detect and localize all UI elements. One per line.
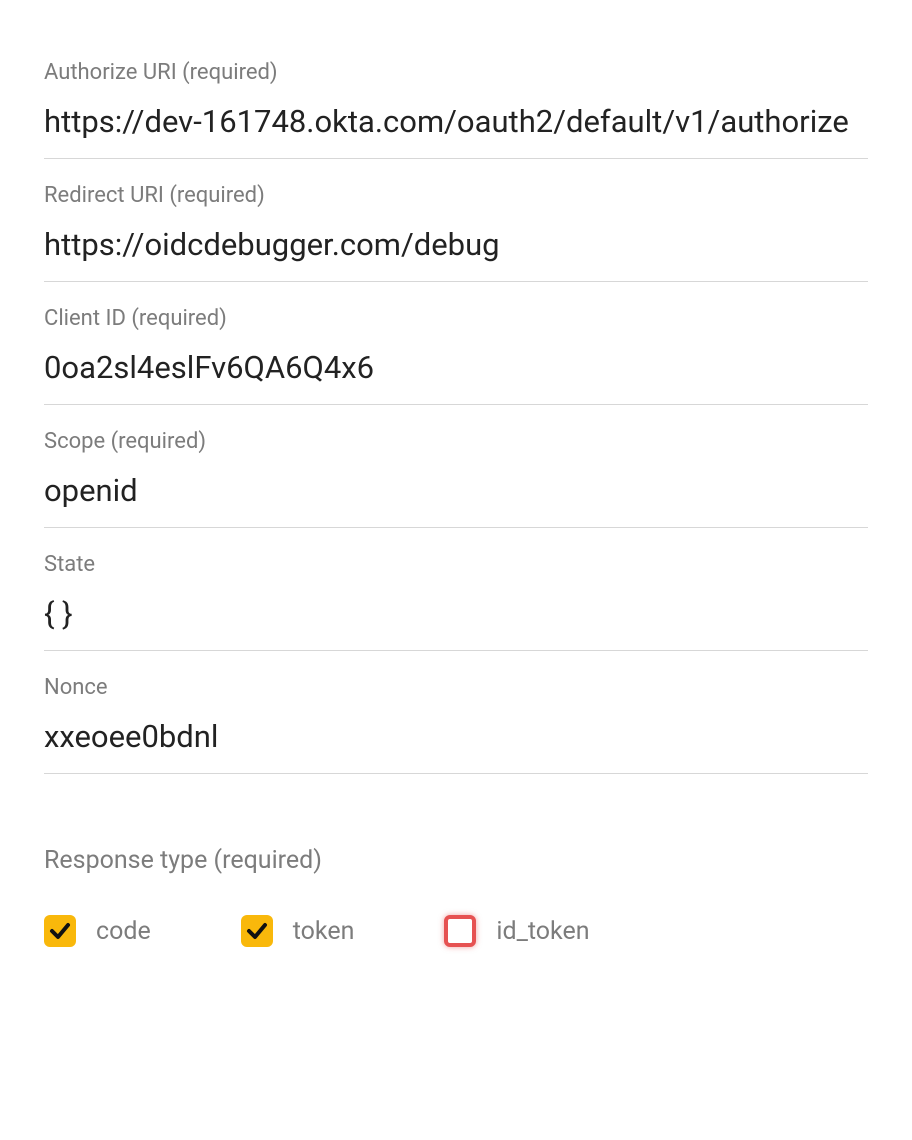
checkbox-token-box — [241, 915, 273, 947]
nonce-label: Nonce — [44, 675, 868, 700]
check-icon — [48, 919, 72, 943]
field-client-id: Client ID (required) — [44, 282, 868, 405]
state-label: State — [44, 552, 868, 577]
redirect-uri-input[interactable] — [44, 226, 868, 263]
checkbox-code[interactable]: code — [44, 915, 151, 947]
client-id-label: Client ID (required) — [44, 306, 868, 331]
checkbox-code-box — [44, 915, 76, 947]
redirect-uri-label: Redirect URI (required) — [44, 183, 868, 208]
check-icon — [245, 919, 269, 943]
scope-input[interactable] — [44, 472, 868, 509]
authorize-uri-input[interactable] — [44, 103, 868, 140]
checkbox-id-token[interactable]: id_token — [444, 915, 589, 947]
checkbox-id-token-label: id_token — [496, 917, 589, 946]
field-nonce: Nonce — [44, 651, 868, 774]
response-type-options: code token id_token — [44, 915, 868, 947]
authorize-uri-label: Authorize URI (required) — [44, 60, 868, 85]
field-scope: Scope (required) — [44, 405, 868, 528]
checkbox-token-label: token — [293, 917, 355, 946]
form-container: Authorize URI (required) Redirect URI (r… — [0, 0, 912, 987]
checkbox-id-token-box — [444, 915, 476, 947]
state-input[interactable] — [44, 595, 868, 632]
checkbox-token[interactable]: token — [241, 915, 355, 947]
checkbox-code-label: code — [96, 917, 151, 946]
field-authorize-uri: Authorize URI (required) — [44, 60, 868, 159]
field-state: State — [44, 528, 868, 651]
response-type-label: Response type (required) — [44, 846, 868, 875]
scope-label: Scope (required) — [44, 429, 868, 454]
nonce-input[interactable] — [44, 718, 868, 755]
field-redirect-uri: Redirect URI (required) — [44, 159, 868, 282]
client-id-input[interactable] — [44, 349, 868, 386]
